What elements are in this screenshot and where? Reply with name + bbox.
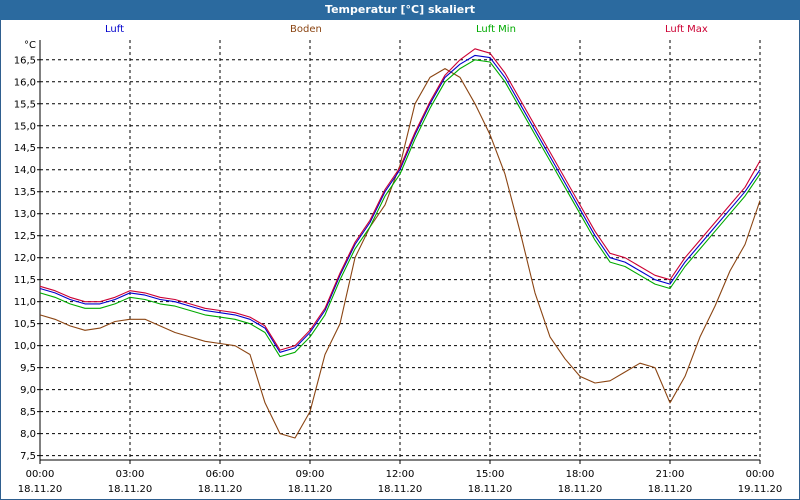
y-tick-label: 16,0 bbox=[14, 77, 36, 88]
y-tick-label: 14,5 bbox=[14, 143, 36, 154]
x-tick-date: 18.11.20 bbox=[288, 484, 333, 495]
x-tick-date: 18.11.20 bbox=[198, 484, 243, 495]
x-tick-time: 12:00 bbox=[386, 469, 415, 480]
y-axis-unit: °C bbox=[24, 40, 36, 51]
y-tick-label: 9,0 bbox=[20, 385, 36, 396]
y-tick-label: 7,5 bbox=[20, 451, 36, 462]
y-tick-label: 8,5 bbox=[20, 407, 36, 418]
y-tick-label: 9,5 bbox=[20, 363, 36, 374]
y-tick-label: 14,0 bbox=[14, 165, 36, 176]
y-tick-label: 11,0 bbox=[14, 297, 36, 308]
y-tick-label: 15,0 bbox=[14, 121, 36, 132]
x-tick-time: 00:00 bbox=[26, 469, 55, 480]
x-tick-time: 21:00 bbox=[656, 469, 685, 480]
y-tick-label: 16,5 bbox=[14, 55, 36, 66]
x-tick-date: 18.11.20 bbox=[468, 484, 513, 495]
x-tick-date: 19.11.20 bbox=[738, 484, 783, 495]
x-tick-time: 09:00 bbox=[296, 469, 325, 480]
chart-plot: °C 7,5 8,0 8,5 9,0 9,5 10,0 10,5 11,0 11,5 12,0 12,… bbox=[14, 40, 783, 495]
y-tick-label: 12,5 bbox=[14, 231, 36, 242]
y-tick-label: 10,5 bbox=[14, 319, 36, 330]
y-tick-label: 13,5 bbox=[14, 187, 36, 198]
x-tick-date: 18.11.20 bbox=[108, 484, 153, 495]
y-tick-label: 10,0 bbox=[14, 341, 36, 352]
x-tick-time: 15:00 bbox=[476, 469, 505, 480]
x-tick-time: 00:00 bbox=[746, 469, 775, 480]
y-tick-label: 15,5 bbox=[14, 99, 36, 110]
y-tick-label: 11,5 bbox=[14, 275, 36, 286]
y-tick-label: 8,0 bbox=[20, 429, 36, 440]
x-tick-date: 18.11.20 bbox=[558, 484, 603, 495]
y-tick-label: 13,0 bbox=[14, 209, 36, 220]
x-tick-date: 18.11.20 bbox=[648, 484, 693, 495]
x-tick-time: 03:00 bbox=[116, 469, 145, 480]
x-tick-time: 06:00 bbox=[206, 469, 235, 480]
x-tick-date: 18.11.20 bbox=[18, 484, 63, 495]
y-tick-label: 12,0 bbox=[14, 253, 36, 264]
x-tick-time: 18:00 bbox=[566, 469, 595, 480]
x-tick-date: 18.11.20 bbox=[378, 484, 423, 495]
